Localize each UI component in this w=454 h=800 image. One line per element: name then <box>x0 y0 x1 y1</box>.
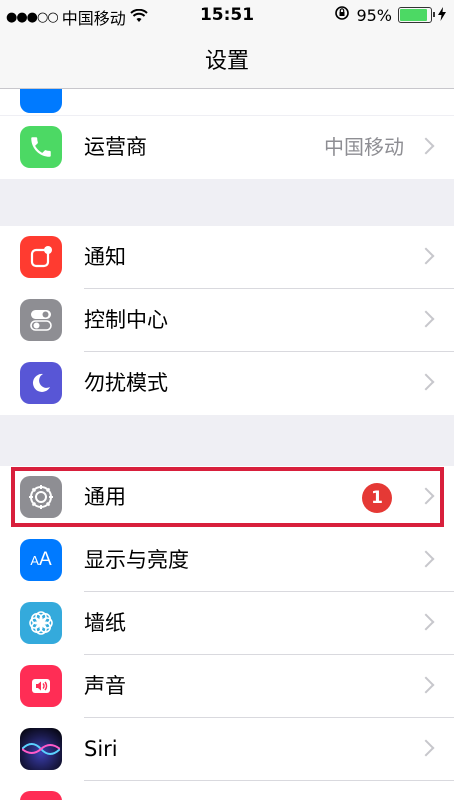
text-size-icon: AA <box>20 539 62 581</box>
chevron-right-icon <box>417 676 435 694</box>
row-label: Siri <box>84 737 118 761</box>
settings-row-do-not-disturb[interactable]: 勿扰模式 <box>0 352 454 415</box>
partial-icon <box>20 791 62 800</box>
chevron-right-icon <box>417 137 435 155</box>
chevron-right-icon <box>417 739 435 757</box>
settings-row-carrier[interactable]: 运营商 中国移动 <box>0 116 454 179</box>
gear-icon <box>20 476 62 518</box>
charging-icon <box>438 6 446 25</box>
row-label: 通知 <box>84 245 126 269</box>
rotation-lock-icon <box>334 5 350 25</box>
chevron-right-icon <box>417 613 435 631</box>
settings-row-wallpaper[interactable]: 墙纸 <box>0 592 454 655</box>
chevron-right-icon <box>417 487 435 505</box>
group-separator <box>0 179 454 226</box>
group-separator <box>0 415 454 466</box>
settings-row-display-brightness[interactable]: AA 显示与亮度 <box>0 529 454 592</box>
chevron-right-icon <box>417 373 435 391</box>
page-title: 设置 <box>204 49 249 74</box>
battery-percent: 95% <box>356 5 392 25</box>
row-label: 控制中心 <box>84 308 168 332</box>
siri-icon <box>20 728 62 770</box>
row-label: 运营商 <box>84 135 147 159</box>
notification-badge: 1 <box>362 483 392 513</box>
row-label: 通用 <box>84 485 126 509</box>
settings-row-notifications[interactable]: 通知 <box>0 226 454 289</box>
settings-row-control-center[interactable]: 控制中心 <box>0 289 454 352</box>
row-value: 中国移动 <box>324 135 404 159</box>
notification-icon <box>20 236 62 278</box>
row-label: 显示与亮度 <box>84 548 189 572</box>
settings-row-partial-next[interactable] <box>0 781 454 800</box>
navigation-bar: 设置 <box>0 30 454 89</box>
partial-icon <box>20 89 62 113</box>
flower-icon <box>20 602 62 644</box>
row-label: 勿扰模式 <box>84 371 168 395</box>
row-label: 墙纸 <box>84 611 126 635</box>
settings-row-siri[interactable]: Siri <box>0 718 454 781</box>
chevron-right-icon <box>417 310 435 328</box>
settings-row-sounds[interactable]: 声音 <box>0 655 454 718</box>
phone-icon <box>20 126 62 168</box>
settings-row-general[interactable]: 通用 1 <box>0 466 454 529</box>
row-label: 声音 <box>84 674 126 698</box>
chevron-right-icon <box>417 550 435 568</box>
moon-icon <box>20 362 62 404</box>
status-bar: ●●●○○ 中国移动 15:51 95% <box>0 0 454 30</box>
chevron-right-icon <box>417 247 435 265</box>
battery-icon <box>398 7 435 23</box>
speaker-icon <box>20 665 62 707</box>
scrolled-row-partial[interactable] <box>0 89 454 115</box>
toggle-icon <box>20 299 62 341</box>
